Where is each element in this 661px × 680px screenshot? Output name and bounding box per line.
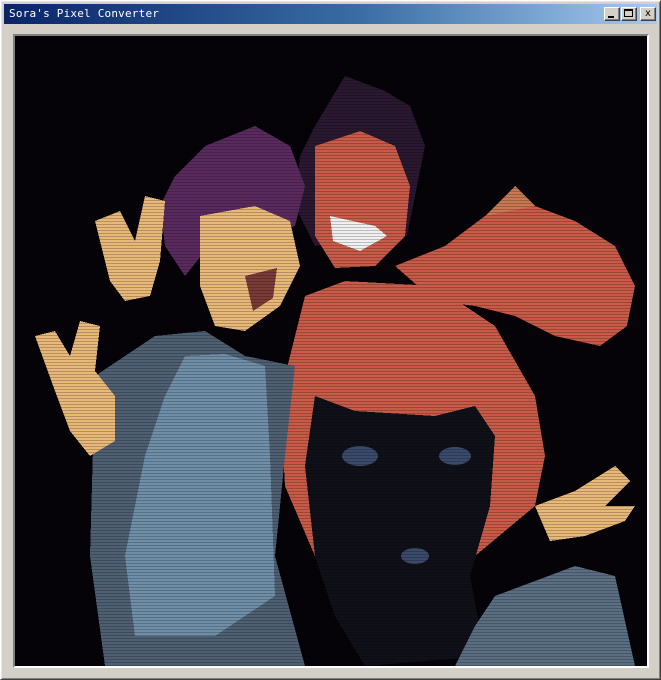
minimize-icon [608,16,614,18]
pixel-art-image [35,76,635,666]
woman-peace-hand [535,466,635,541]
canvas-frame [13,34,649,668]
app-window: Sora's Pixel Converter x [0,0,661,680]
title-bar[interactable]: Sora's Pixel Converter x [4,4,657,24]
man-face [200,206,300,331]
woman-jeans [455,566,635,666]
close-icon: x [645,8,651,19]
pixel-canvas[interactable] [15,36,647,666]
woman-swimsuit [305,396,495,666]
man-peace-hand-left [35,321,115,456]
man-peace-hand-top [95,196,165,301]
close-button[interactable]: x [640,7,656,21]
maximize-icon [624,9,633,17]
maximize-button[interactable] [621,7,637,21]
window-title: Sora's Pixel Converter [9,7,160,20]
minimize-button[interactable] [604,7,620,21]
